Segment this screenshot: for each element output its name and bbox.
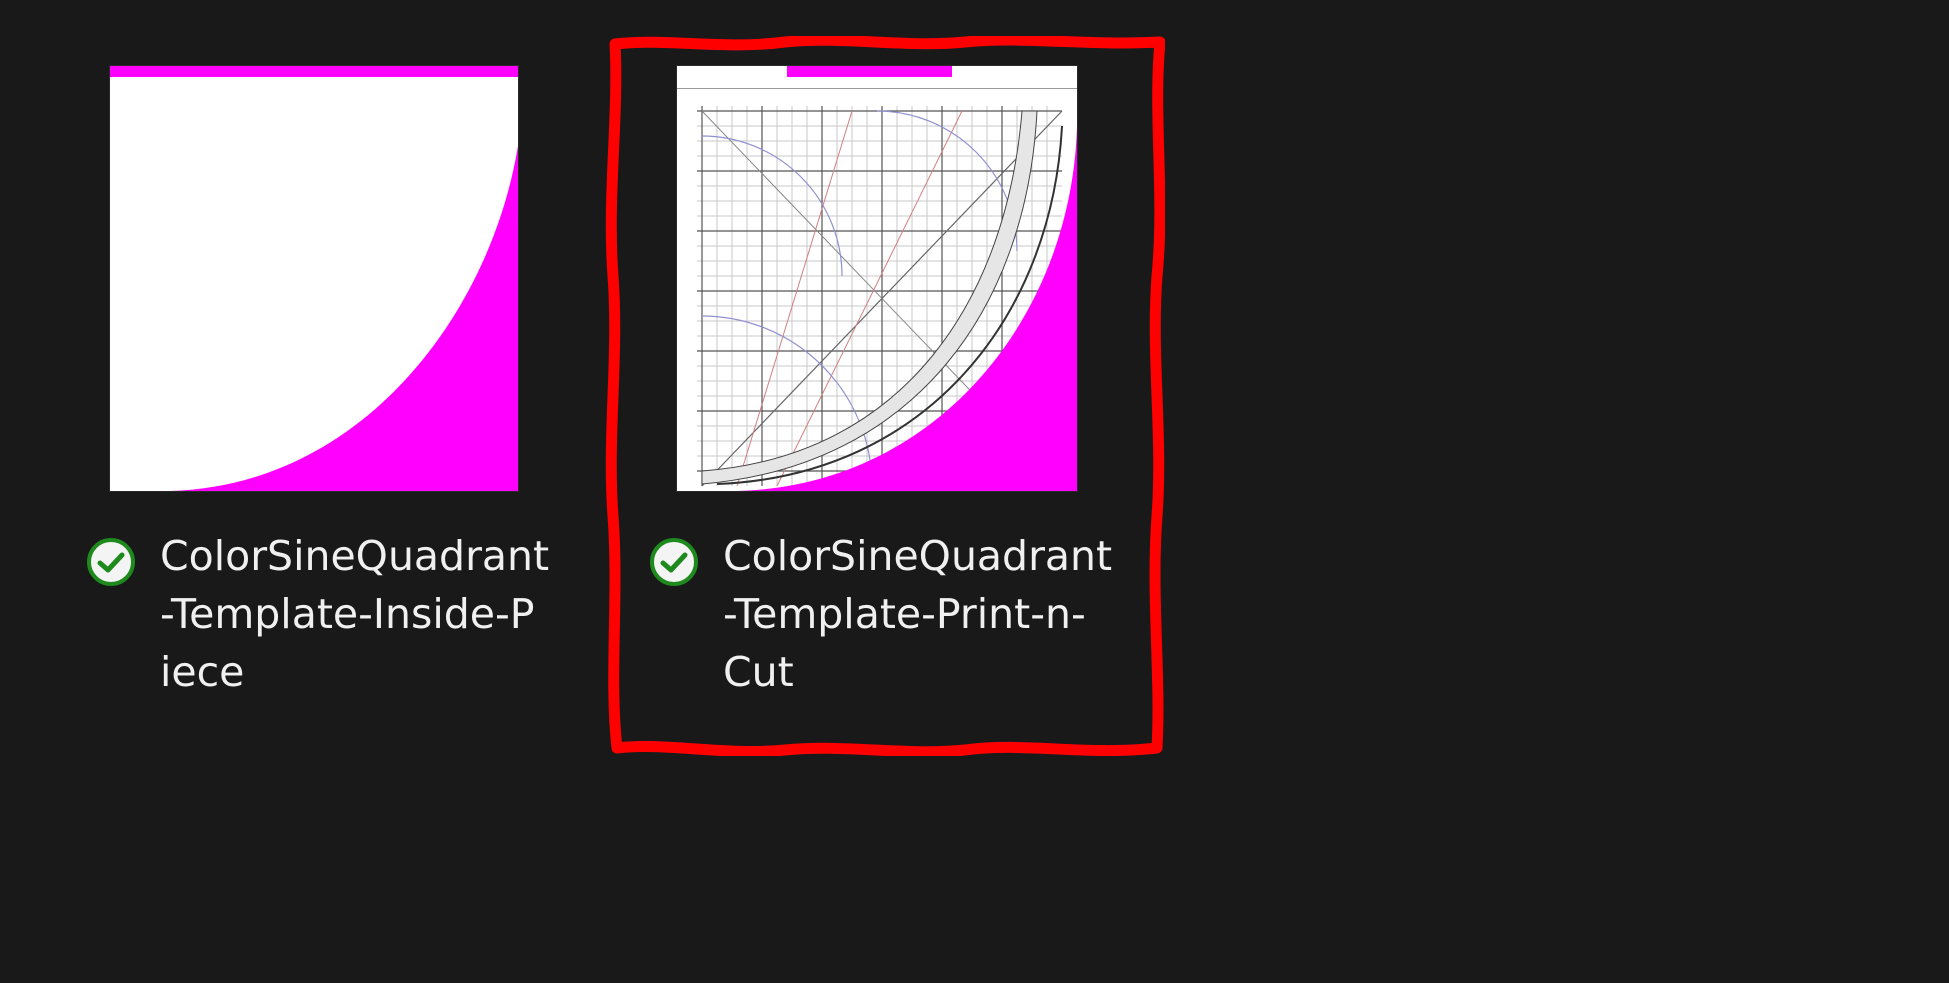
quadrant-print-n-cut-image	[677, 66, 1077, 491]
quadrant-inside-piece-image	[110, 66, 518, 491]
file-name-line: -Template-Inside-P	[160, 590, 535, 638]
file-name-label[interactable]: ColorSineQuadrant -Template-Inside-P iec…	[160, 527, 580, 701]
thumbnail-print-n-cut[interactable]	[677, 66, 1077, 491]
sync-complete-check-icon	[86, 537, 136, 587]
thumbnail-inside-piece[interactable]	[110, 66, 518, 491]
file-explorer-icon-view: ColorSineQuadrant -Template-Inside-P iec…	[0, 0, 1949, 983]
file-name-line: -Template-Print-n-	[723, 590, 1086, 638]
file-item-print-n-cut[interactable]: ColorSineQuadrant -Template-Print-n- Cut	[643, 40, 1203, 720]
file-name-line: ColorSineQuadrant	[723, 532, 1113, 580]
file-name-line: Cut	[723, 648, 794, 696]
file-item-inside-piece[interactable]: ColorSineQuadrant -Template-Inside-P iec…	[80, 40, 640, 720]
file-name-line: ColorSineQuadrant	[160, 532, 550, 580]
sync-complete-check-icon	[649, 537, 699, 587]
file-name-line: iece	[160, 648, 245, 696]
file-name-label[interactable]: ColorSineQuadrant -Template-Print-n- Cut	[723, 527, 1143, 701]
